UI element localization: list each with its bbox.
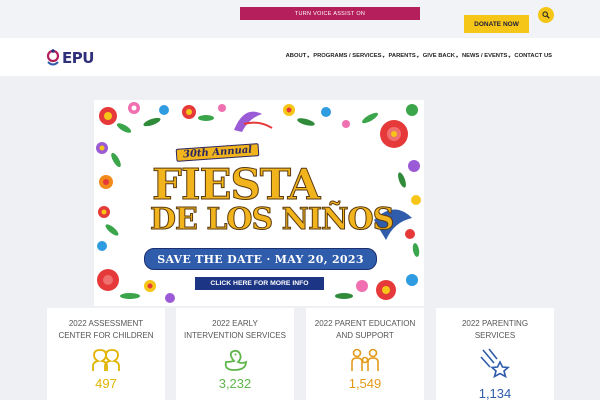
stat-value: 1,549: [348, 376, 382, 391]
stat-title: 2022 PARENT EDUCATION AND SUPPORT: [314, 319, 416, 340]
shooting-star-icon: [480, 348, 510, 379]
family-icon: [351, 348, 379, 371]
ninos-title: DE LOS NIÑOS: [149, 202, 394, 238]
chevron-down-icon: ▾: [455, 53, 458, 59]
nav-item-programs[interactable]: PROGRAMS / SERVICES ▾: [313, 53, 384, 59]
logo-text: EPU: [62, 49, 94, 67]
main-navbar: EPU ABOUT ▾ PROGRAMS / SERVICES ▾ PARENTS ▾…: [0, 38, 600, 76]
stat-card-assessment: 2022 ASSESSMENT CENTER FOR CHILDREN 497: [47, 308, 165, 400]
primary-nav: ABOUT ▾ PROGRAMS / SERVICES ▾ PARENTS ▾ GIV…: [286, 53, 552, 59]
stat-value: 497: [95, 376, 117, 391]
stat-title: 2022 ASSESSMENT CENTER FOR CHILDREN: [58, 319, 154, 340]
stat-title: 2022 PARENTING SERVICES: [461, 319, 529, 340]
people-icon: [92, 349, 120, 371]
stat-card-parent-education: 2022 PARENT EDUCATION AND SUPPORT 1,549: [306, 308, 424, 400]
fiesta-banner[interactable]: 30th Annual FIESTA DE LOS NIÑOS SAVE THE…: [94, 100, 424, 306]
chevron-down-icon: ▾: [382, 53, 385, 59]
search-button[interactable]: [538, 7, 554, 23]
stat-value: 1,134: [478, 386, 512, 400]
nav-item-give-back[interactable]: GIVE BACK ▾: [423, 53, 458, 59]
nav-item-about[interactable]: ABOUT ▾: [286, 53, 310, 59]
voice-assist-button[interactable]: TURN VOICE ASSIST ON: [240, 7, 420, 20]
nav-item-contact[interactable]: CONTACT US: [514, 53, 552, 59]
more-info-button[interactable]: CLICK HERE FOR MORE INFO: [194, 276, 325, 291]
top-utility-bar: TURN VOICE ASSIST ON DONATE NOW: [0, 0, 600, 38]
nav-item-parents[interactable]: PARENTS ▾: [388, 53, 418, 59]
chevron-down-icon: ▾: [416, 53, 419, 59]
nav-label: CONTACT US: [514, 53, 552, 59]
stat-card-early-intervention: 2022 EARLY INTERVENTION SERVICES 3,232: [176, 308, 294, 400]
nav-label: ABOUT: [285, 53, 307, 59]
stat-card-parenting-services: 2022 PARENTING SERVICES 1,134: [436, 308, 554, 400]
chevron-down-icon: ▾: [307, 53, 310, 59]
donate-button[interactable]: DONATE NOW: [464, 15, 529, 33]
nav-label: GIVE BACK: [422, 53, 455, 59]
logo-mark-icon: [46, 49, 60, 66]
nav-label: PROGRAMS / SERVICES: [313, 53, 382, 59]
search-icon: [542, 11, 550, 19]
save-the-date-bar: SAVE THE DATE · MAY 20, 2023: [144, 248, 377, 270]
duck-icon: [224, 349, 247, 371]
nav-item-news-events[interactable]: NEWS / EVENTS ▾: [462, 53, 510, 59]
nav-label: PARENTS: [388, 53, 416, 59]
chevron-down-icon: ▾: [508, 53, 511, 59]
stat-value: 3,232: [218, 376, 252, 391]
logo[interactable]: EPU: [46, 46, 106, 70]
nav-label: NEWS / EVENTS: [461, 53, 508, 59]
stat-title: 2022 EARLY INTERVENTION SERVICES: [184, 319, 286, 340]
